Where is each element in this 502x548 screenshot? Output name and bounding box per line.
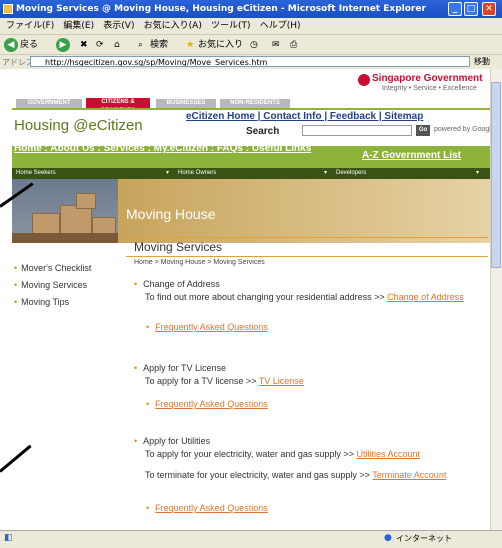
menu-bar: ファイル(F) 編集(E) 表示(V) お気に入り(A) ツール(T) ヘルプ(… <box>0 18 502 34</box>
site-title-suffix: eCitizen <box>88 117 143 134</box>
brand-tagline: Integrity • Service • Excellence <box>382 85 477 92</box>
forward-arrow-icon[interactable]: ▶ <box>56 38 70 52</box>
refresh-icon[interactable]: ⟳ <box>96 37 104 53</box>
search-icon[interactable]: ⌕ <box>138 37 143 53</box>
faq-link[interactable]: • Frequently Asked Questions <box>146 322 268 332</box>
print-icon[interactable]: ⎙ <box>290 37 297 53</box>
section-heading-change-of-address: • Change of Address <box>134 279 220 289</box>
section-text: To find out more about changing your res… <box>145 292 464 302</box>
menu-favorites[interactable]: お気に入り(A) <box>144 21 202 31</box>
faq-link[interactable]: • Frequently Asked Questions <box>146 503 268 513</box>
subnav-home-owners[interactable]: Home Owners <box>178 169 216 178</box>
singapore-government-logo: Singapore Government <box>372 73 483 84</box>
window-titlebar: Moving Services @ Moving House, Housing … <box>0 0 502 18</box>
minimize-button[interactable]: _ <box>448 2 462 16</box>
close-button[interactable]: ✕ <box>482 2 496 16</box>
browser-toolbar: ◀ 戻る ▶ ✖ ⟳ ⌂ ⌕ 検索 ★ お気に入り ◷ ✉ ⎙ <box>0 34 502 55</box>
faq-link[interactable]: • Frequently Asked Questions <box>146 399 268 409</box>
maximize-button[interactable]: □ <box>464 2 478 16</box>
section-text: To apply for your electricity, water and… <box>145 449 420 459</box>
tv-license-link[interactable]: TV License <box>259 376 304 386</box>
tab-non-residents[interactable]: NON-RESIDENTS <box>220 99 290 108</box>
section-heading-tv-license: • Apply for TV License <box>134 363 227 373</box>
breadcrumb: Home > Moving House > Moving Services <box>134 259 265 266</box>
page-title: Moving Services <box>134 240 223 254</box>
section-text: To terminate for your electricity, water… <box>145 470 447 480</box>
address-bar: アドレス(D) http://hsgecitizen.gov.sg/sp/Mov… <box>0 54 502 69</box>
sidenav-item-label: Mover's Checklist <box>21 263 92 273</box>
menu-tools[interactable]: ツール(T) <box>211 21 251 31</box>
page-icon: ◧ <box>4 533 13 543</box>
search-button-label[interactable]: 検索 <box>150 37 168 53</box>
ie-app-icon <box>3 4 13 14</box>
go-button[interactable]: 移動 <box>474 56 502 68</box>
scrollbar-thumb[interactable] <box>491 82 501 268</box>
back-arrow-icon[interactable]: ◀ <box>4 38 18 52</box>
sidenav-item-label: Moving Tips <box>21 297 70 307</box>
sidenav-item-movers-checklist[interactable]: • Mover's Checklist <box>14 263 91 273</box>
search-label: Search <box>246 126 280 137</box>
chevron-down-icon[interactable]: ▾ <box>166 169 169 176</box>
section-heading-utilities: • Apply for Utilities <box>134 436 211 446</box>
terminate-account-link[interactable]: Terminate Account <box>372 470 446 480</box>
chevron-down-icon[interactable]: ▾ <box>476 169 479 176</box>
lion-head-icon <box>358 74 370 86</box>
globe-icon: ● <box>384 533 392 543</box>
subnav-home-seekers[interactable]: Home Seekers <box>16 169 56 178</box>
sidenav-item-label: Moving Services <box>21 280 88 290</box>
sidenav-item-moving-services[interactable]: • Moving Services <box>14 280 87 290</box>
menu-edit[interactable]: 編集(E) <box>63 21 94 31</box>
search-input[interactable] <box>302 125 412 136</box>
menu-help[interactable]: ヘルプ(H) <box>260 21 301 31</box>
az-government-list-link[interactable]: A-Z Government List <box>362 150 461 161</box>
at-symbol: @ <box>73 117 89 134</box>
main-nav-links[interactable]: Home : About Us : Services : My.eCitizen… <box>14 143 354 155</box>
chevron-down-icon[interactable]: ▾ <box>324 169 327 176</box>
section-text: To apply for a TV license >> TV License <box>145 376 304 386</box>
security-zone: インターネット <box>396 534 452 543</box>
top-links[interactable]: eCitizen Home | Contact Info | Feedback … <box>186 111 423 122</box>
sidenav-item-moving-tips[interactable]: • Moving Tips <box>14 297 69 307</box>
back-button-label[interactable]: 戻る <box>20 37 38 53</box>
tab-government[interactable]: GOVERNMENT <box>16 99 82 108</box>
star-icon[interactable]: ★ <box>186 37 194 53</box>
window-title: Moving Services @ Moving House, Housing … <box>16 4 426 14</box>
subnav-developers[interactable]: Developers <box>336 169 366 178</box>
hero-title: Moving House <box>126 206 216 222</box>
change-of-address-link[interactable]: Change of Address <box>387 292 464 302</box>
mail-icon[interactable]: ✉ <box>272 37 280 53</box>
search-go-button[interactable]: Go <box>416 125 430 136</box>
home-icon[interactable]: ⌂ <box>114 37 120 53</box>
history-icon[interactable]: ◷ <box>250 37 258 53</box>
tab-citizens-residents[interactable]: CITIZENS & RESIDENTS <box>86 98 150 114</box>
stop-icon[interactable]: ✖ <box>80 37 88 53</box>
menu-view[interactable]: 表示(V) <box>103 21 134 31</box>
menu-file[interactable]: ファイル(F) <box>6 21 54 31</box>
tab-businesses[interactable]: BUSINESSES <box>156 99 216 108</box>
sub-navbar <box>12 168 496 179</box>
site-title-prefix: Housing <box>14 117 74 134</box>
powered-by-google: powered by Google <box>434 126 495 133</box>
utilities-account-link[interactable]: Utilities Account <box>356 449 420 459</box>
address-input[interactable]: http://hsgecitizen.gov.sg/sp/Moving/Move… <box>30 56 470 67</box>
favorites-button-label[interactable]: お気に入り <box>198 37 243 53</box>
site-title[interactable]: Housing @eCitizen <box>14 117 143 134</box>
